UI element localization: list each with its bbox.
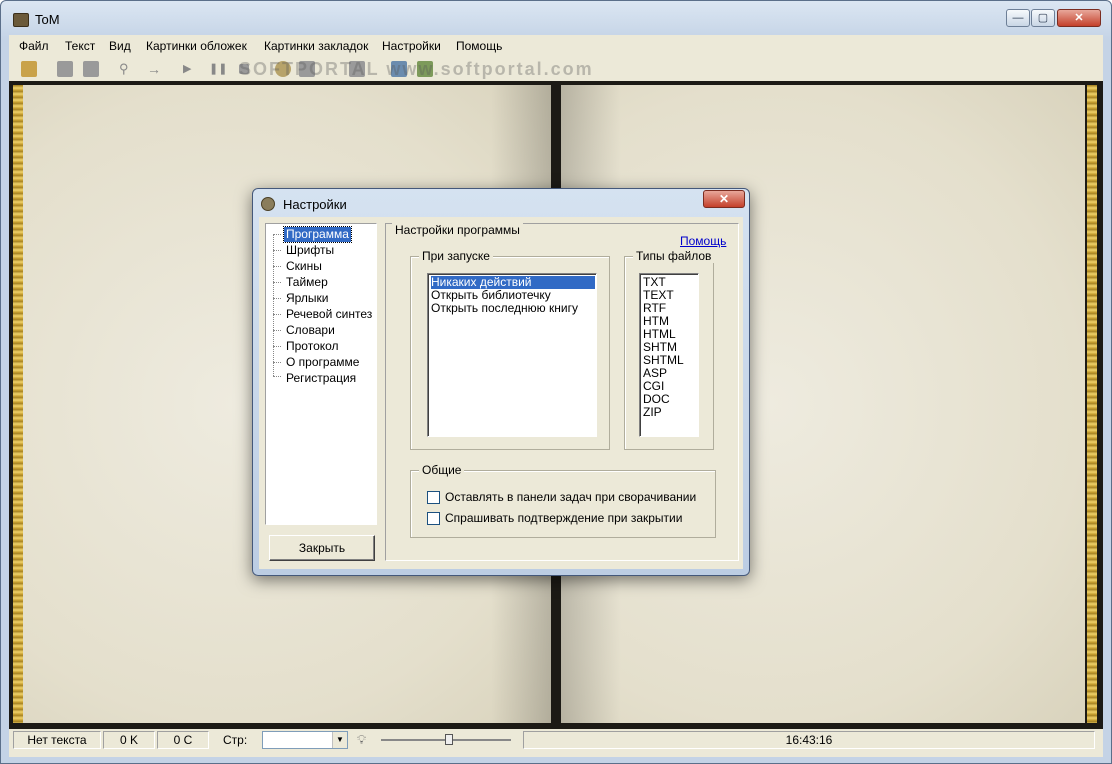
filetypes-group: Типы файлов TXT TEXT RTF HTM HTML SHTM S… xyxy=(624,249,715,450)
tree-item-speech[interactable]: Речевой синтез xyxy=(284,307,374,322)
search-icon[interactable]: ⚲ xyxy=(119,61,135,77)
general-group: Общие Оставлять в панели задач при свора… xyxy=(410,463,716,538)
menu-cover-pictures[interactable]: Картинки обложек xyxy=(146,39,247,53)
tree-item-about[interactable]: О программе xyxy=(284,355,361,370)
tree-item-skins[interactable]: Скины xyxy=(284,259,324,274)
minimize-to-tray-label[interactable]: Оставлять в панели задач при сворачивани… xyxy=(445,490,696,504)
filetypes-listbox[interactable]: TXT TEXT RTF HTM HTML SHTM SHTML ASP CGI… xyxy=(639,273,699,437)
title-bar: ToM — ▢ ✕ xyxy=(1,1,1111,35)
minimize-to-tray-checkbox[interactable] xyxy=(427,491,440,504)
general-group-title: Общие xyxy=(419,463,465,477)
program-settings-panel: Настройки программы Помощь При запуске Н… xyxy=(385,223,739,561)
pause-icon[interactable]: ❚❚ xyxy=(209,61,227,77)
tree-connector xyxy=(273,376,281,377)
page-combo[interactable]: ▼ xyxy=(262,731,348,749)
lightbulb-icon[interactable]: 💡︎ xyxy=(357,732,366,748)
minimize-button[interactable]: — xyxy=(1006,9,1030,27)
play-icon[interactable]: ▶ xyxy=(183,61,199,77)
tree-item-fonts[interactable]: Шрифты xyxy=(284,243,336,258)
window-title: ToM xyxy=(35,12,60,27)
menu-file[interactable]: Файл xyxy=(19,39,49,53)
status-text: Нет текста xyxy=(13,731,101,749)
startup-option-last-book[interactable]: Открыть последнюю книгу xyxy=(431,302,578,315)
menu-bookmark-pictures[interactable]: Картинки закладок xyxy=(264,39,368,53)
startup-listbox[interactable]: Никаких действий Открыть библиотечку Отк… xyxy=(427,273,597,437)
status-chars: 0 C xyxy=(157,731,209,749)
brightness-slider-thumb[interactable] xyxy=(445,734,453,745)
settings-tree: Программа Шрифты Скины Таймер Ярлыки Реч… xyxy=(265,223,377,525)
left-page-edge xyxy=(13,85,23,723)
open-folder-icon[interactable] xyxy=(21,61,37,77)
status-time: 16:43:16 xyxy=(523,731,1095,749)
filetype-item[interactable]: ZIP xyxy=(643,406,662,419)
menu-view[interactable]: Вид xyxy=(109,39,131,53)
menu-bar: Файл Текст Вид Картинки обложек Картинки… xyxy=(9,35,1103,57)
maximize-button[interactable]: ▢ xyxy=(1031,9,1055,27)
tree-connector xyxy=(273,346,281,347)
help-link[interactable]: Помощь xyxy=(680,234,726,248)
arrow-right-icon[interactable]: → xyxy=(147,61,163,77)
watermark: SOFTPORTAL www.softportal.com xyxy=(239,59,594,79)
tree-connector xyxy=(273,314,281,315)
right-page-edge xyxy=(1087,85,1097,723)
settings-gear-icon xyxy=(261,197,275,211)
section-title: Настройки программы xyxy=(392,223,523,237)
tree-item-timer[interactable]: Таймер xyxy=(284,275,330,290)
tree-item-shortcuts[interactable]: Ярлыки xyxy=(284,291,331,306)
dialog-close-text-button[interactable]: Закрыть xyxy=(269,535,375,561)
tree-connector xyxy=(273,362,281,363)
status-bar: Нет текста 0 K 0 C Стр: ▼ 💡︎ 16:43:16 xyxy=(9,729,1103,751)
tree-item-log[interactable]: Протокол xyxy=(284,339,341,354)
tree-connector xyxy=(273,282,281,283)
book-app-icon xyxy=(13,13,29,27)
close-button[interactable]: ✕ xyxy=(1057,9,1101,27)
tree-connector xyxy=(273,234,281,235)
chevron-down-icon[interactable]: ▼ xyxy=(332,732,347,748)
confirm-close-checkbox[interactable] xyxy=(427,512,440,525)
tree-item-registration[interactable]: Регистрация xyxy=(284,371,358,386)
page-label: Стр: xyxy=(223,733,248,747)
startup-group-title: При запуске xyxy=(419,249,493,263)
tree-item-program[interactable]: Программа xyxy=(283,226,352,243)
dialog-title: Настройки xyxy=(283,197,347,212)
tree-connector xyxy=(273,250,281,251)
tree-connector xyxy=(273,330,281,331)
menu-help[interactable]: Помощь xyxy=(456,39,502,53)
dialog-close-button[interactable]: ✕ xyxy=(703,190,745,208)
settings-dialog: Настройки ✕ Программа Шрифты Скины Тайме… xyxy=(252,188,750,576)
tree-connector xyxy=(273,266,281,267)
filetypes-group-title: Типы файлов xyxy=(633,249,715,263)
tree-connector xyxy=(273,298,281,299)
status-size: 0 K xyxy=(103,731,155,749)
confirm-close-label[interactable]: Спрашивать подтверждение при закрытии xyxy=(445,511,682,525)
menu-settings[interactable]: Настройки xyxy=(382,39,441,53)
tree-guide-line xyxy=(273,234,274,376)
dialog-body: Программа Шрифты Скины Таймер Ярлыки Реч… xyxy=(259,217,743,569)
startup-group: При запуске Никаких действий Открыть биб… xyxy=(410,249,610,450)
tree-item-dictionaries[interactable]: Словари xyxy=(284,323,337,338)
menu-text[interactable]: Текст xyxy=(65,39,95,53)
new-document-icon[interactable] xyxy=(57,61,73,77)
stop-icon[interactable] xyxy=(83,61,99,77)
toolbar: ⚲ → ▶ ❚❚ SOFTPORTAL www.softportal.com xyxy=(9,57,1103,81)
